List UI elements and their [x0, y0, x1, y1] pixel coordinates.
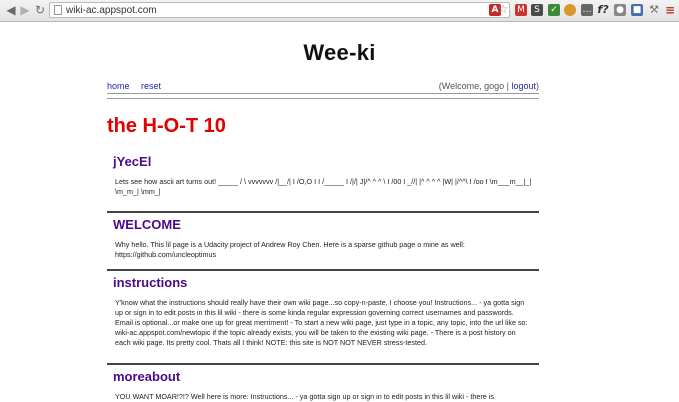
hot-10-heading: the H-O-T 10 — [107, 115, 226, 137]
post-title[interactable]: jYecEl — [113, 154, 539, 169]
post-body: Why hello. This lil page is a Udacity pr… — [115, 240, 465, 259]
reset-link[interactable]: reset — [141, 81, 161, 91]
site-title: Wee-ki — [303, 40, 376, 65]
star-icon[interactable]: ☆ — [497, 3, 509, 15]
post: instructions Y'know what the instruction… — [107, 269, 539, 348]
menu-icon[interactable]: ≡ — [664, 4, 676, 16]
post: WELCOME Why hello. This lil page is a Ud… — [107, 211, 539, 260]
post: jYecEl Lets see how ascii art turns out!… — [107, 150, 539, 197]
post-divider — [107, 211, 539, 213]
camera-icon[interactable]: ● — [614, 4, 626, 16]
fx-icon[interactable]: f? — [597, 4, 609, 16]
check-icon[interactable]: ✓ — [548, 4, 560, 16]
page-icon — [54, 5, 62, 15]
box-icon[interactable]: ■ — [631, 4, 643, 16]
site-nav: home reset — [107, 81, 170, 91]
post-title[interactable]: instructions — [113, 275, 539, 290]
divider — [107, 98, 539, 99]
welcome-prefix: (Welcome, gogo | — [438, 81, 512, 91]
url-text[interactable]: wiki-ac.appspot.com — [66, 4, 157, 17]
post-title[interactable]: WELCOME — [113, 217, 539, 232]
post-body: YOU WANT MOAR!?!? Well here is more: Ins… — [115, 392, 494, 401]
divider — [107, 93, 539, 94]
address-bar[interactable]: wiki-ac.appspot.com — [49, 2, 510, 18]
welcome-suffix: ) — [536, 81, 539, 91]
home-link[interactable]: home — [107, 81, 130, 91]
post-body: Lets see how ascii art turns out! _____ … — [115, 177, 532, 196]
wrench-icon[interactable]: ⚒ — [648, 4, 660, 16]
gmail-icon[interactable]: M — [515, 4, 527, 16]
post-title[interactable]: moreabout — [113, 369, 539, 384]
welcome-text: (Welcome, gogo | logout) — [439, 81, 539, 91]
post-body: Y'know what the instructions should real… — [115, 298, 528, 347]
post: moreabout YOU WANT MOAR!?!? Well here is… — [107, 363, 539, 402]
back-icon[interactable]: ◀ — [4, 3, 18, 17]
shield-icon[interactable]: S — [531, 4, 543, 16]
logout-link[interactable]: logout — [511, 81, 536, 91]
chat-icon[interactable]: … — [581, 4, 593, 16]
browser-toolbar: ◀ ▶ ↻ wiki-ac.appspot.com A ☆ M S ✓ … f?… — [0, 0, 679, 22]
cookie-icon[interactable] — [564, 4, 576, 16]
post-divider — [107, 363, 539, 365]
forward-icon[interactable]: ▶ — [18, 3, 32, 17]
post-divider — [107, 269, 539, 271]
reload-icon[interactable]: ↻ — [33, 3, 47, 17]
